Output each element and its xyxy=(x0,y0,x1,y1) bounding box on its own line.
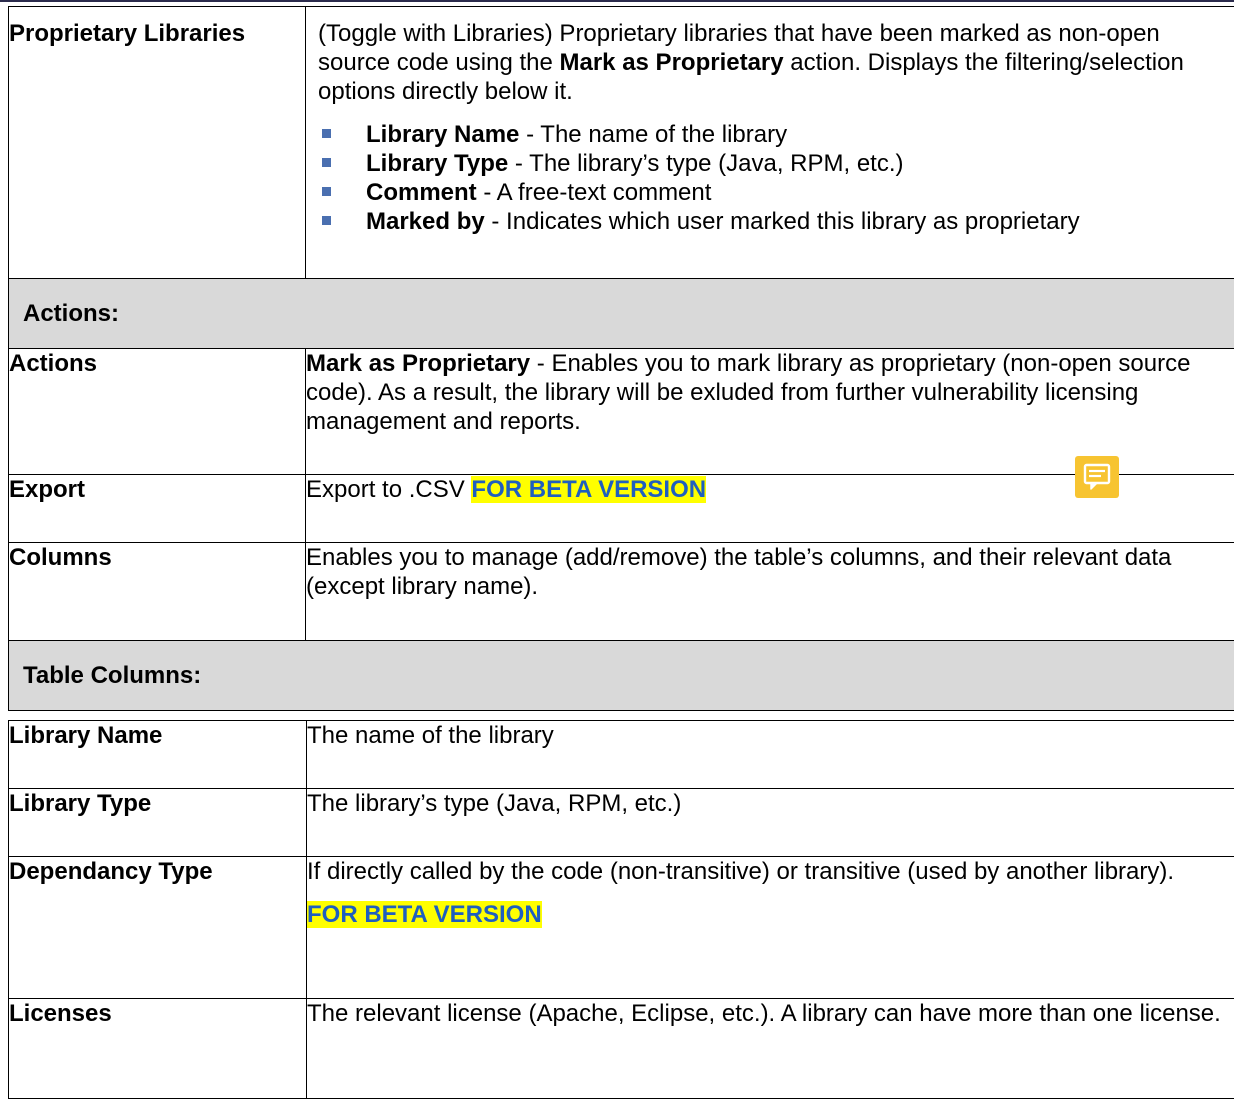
table-columns-table: Library Name The name of the library Lib… xyxy=(8,720,1234,1099)
row-label: Dependancy Type xyxy=(8,856,307,999)
row-export: Export Export to .CSV FOR BETA VERSION xyxy=(8,474,1234,543)
row-description: (Toggle with Libraries) Proprietary libr… xyxy=(305,6,1234,279)
list-item: Library Type - The library’s type (Java,… xyxy=(318,149,1234,178)
beta-highlight: FOR BETA VERSION xyxy=(307,901,542,928)
row-label: Licenses xyxy=(8,998,307,1099)
filter-options-list: Library Name - The name of the library L… xyxy=(318,120,1234,236)
row-description: If directly called by the code (non-tran… xyxy=(306,856,1234,999)
row-library-type: Library Type The library’s type (Java, R… xyxy=(8,788,1234,857)
row-description: The name of the library xyxy=(306,720,1234,789)
row-label: Proprietary Libraries xyxy=(8,6,306,279)
row-proprietary-libraries: Proprietary Libraries (Toggle with Libra… xyxy=(8,6,1234,279)
list-item: Marked by - Indicates which user marked … xyxy=(318,207,1234,236)
row-actions: Actions Mark as Proprietary - Enables yo… xyxy=(8,348,1234,475)
label-proprietary-libraries: Proprietary Libraries xyxy=(9,20,246,47)
row-label: Columns xyxy=(8,542,306,641)
row-label: Library Type xyxy=(8,788,307,857)
list-item: Comment - A free-text comment xyxy=(318,178,1234,207)
row-label: Library Name xyxy=(8,720,307,789)
section-heading: Actions: xyxy=(8,278,1234,349)
section-heading: Table Columns: xyxy=(8,640,1234,711)
row-licenses: Licenses The relevant license (Apache, E… xyxy=(8,998,1234,1099)
row-dependancy-type: Dependancy Type If directly called by th… xyxy=(8,856,1234,999)
row-description: The library’s type (Java, RPM, etc.) xyxy=(306,788,1234,857)
row-description: The relevant license (Apache, Eclipse, e… xyxy=(306,998,1234,1099)
row-columns: Columns Enables you to manage (add/remov… xyxy=(8,542,1234,641)
row-label: Export xyxy=(8,474,306,543)
documentation-table: Proprietary Libraries (Toggle with Libra… xyxy=(8,6,1234,711)
row-label: Actions xyxy=(8,348,306,475)
section-header-table-columns: Table Columns: xyxy=(8,640,1234,711)
comment-note-icon[interactable] xyxy=(1075,456,1119,498)
list-item: Library Name - The name of the library xyxy=(318,120,1234,149)
proprietary-intro: (Toggle with Libraries) Proprietary libr… xyxy=(318,20,1184,105)
top-border-line xyxy=(0,0,1234,2)
row-library-name: Library Name The name of the library xyxy=(8,720,1234,789)
section-header-actions: Actions: xyxy=(8,278,1234,349)
row-description: Enables you to manage (add/remove) the t… xyxy=(305,542,1234,641)
beta-highlight: FOR BETA VERSION xyxy=(471,476,707,503)
